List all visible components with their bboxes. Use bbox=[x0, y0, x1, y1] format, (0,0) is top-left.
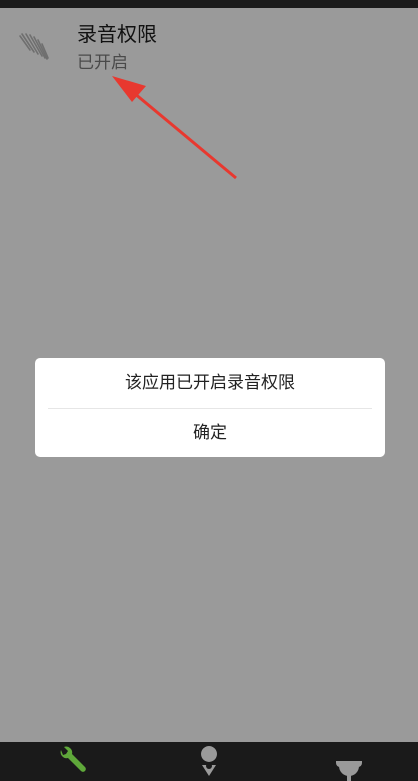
app-logo-icon bbox=[16, 30, 52, 66]
permission-dialog: 该应用已开启录音权限 确定 bbox=[35, 358, 385, 457]
permission-row[interactable]: 录音权限 已开启 bbox=[0, 8, 418, 88]
bottom-nav bbox=[0, 742, 418, 781]
location-pin-icon bbox=[201, 746, 218, 776]
dialog-message: 该应用已开启录音权限 bbox=[125, 373, 295, 393]
status-bar bbox=[0, 0, 418, 8]
wrench-icon bbox=[60, 746, 86, 772]
trophy-icon bbox=[336, 761, 362, 781]
permission-title: 录音权限 bbox=[77, 22, 157, 46]
permission-status: 已开启 bbox=[77, 53, 128, 73]
confirm-button[interactable]: 确定 bbox=[35, 409, 385, 457]
nav-location[interactable] bbox=[179, 742, 239, 781]
nav-ranking[interactable] bbox=[319, 742, 379, 781]
nav-tools[interactable] bbox=[42, 742, 102, 781]
